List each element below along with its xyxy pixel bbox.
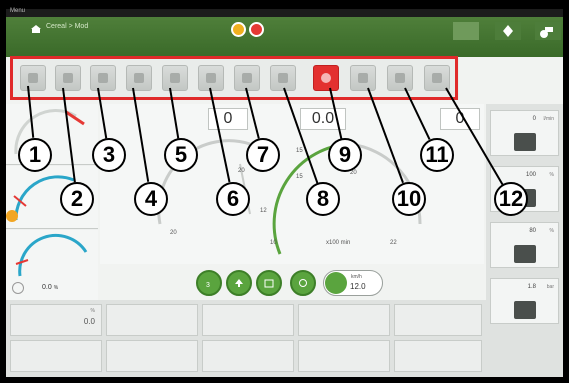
scale-label: 15: [296, 174, 303, 180]
unit-label: x100 min: [326, 240, 351, 246]
callout-9: 9: [328, 138, 362, 172]
arrow-up-button[interactable]: [226, 270, 252, 296]
callout-7: 7: [246, 138, 280, 172]
rp-value: 80: [529, 228, 536, 234]
rp-unit: bar: [546, 284, 554, 290]
camera-button[interactable]: [256, 270, 282, 296]
speed-unit: km/h: [351, 274, 362, 280]
grid-cell[interactable]: [202, 304, 294, 336]
gauge-card: 0.0 %: [6, 230, 98, 303]
window-title: Menu: [10, 8, 26, 14]
camera-icon: [264, 279, 274, 288]
right-control-panel: 0 l/min 100% 80% 1.8 bar: [486, 104, 563, 377]
grid-cell[interactable]: [10, 340, 102, 372]
grid-cell[interactable]: [298, 340, 390, 372]
callout-12: 12: [494, 182, 528, 216]
gear-warning-icon[interactable]: [249, 22, 264, 37]
callout-4: 4: [134, 182, 168, 216]
grid-cell[interactable]: [298, 304, 390, 336]
callout-6: 6: [216, 182, 250, 216]
scale-label: 12: [260, 208, 267, 214]
callout-8: 8: [306, 182, 340, 216]
callout-1: 1: [18, 138, 52, 172]
callout-5: 5: [164, 138, 198, 172]
rp-card[interactable]: 0 l/min: [490, 110, 559, 156]
pressure-icon: [514, 301, 536, 319]
rp-value: 1.8: [527, 284, 536, 290]
grid-cell[interactable]: [394, 340, 482, 372]
scale-label: 15: [296, 148, 303, 154]
grid-unit: %: [90, 308, 95, 314]
gear-3-button[interactable]: 3: [196, 270, 222, 296]
gear-label: 3: [206, 282, 210, 289]
grid-cell[interactable]: [106, 304, 198, 336]
scale-label: 20: [238, 168, 245, 174]
tractor-icon[interactable]: [535, 22, 561, 40]
rp-card[interactable]: 1.8 bar: [490, 278, 559, 324]
fan-icon: [514, 245, 536, 263]
grid-cell[interactable]: [106, 340, 198, 372]
gauge-value: 0.0 %: [42, 284, 59, 291]
rp-value: 100: [525, 172, 536, 178]
pto-icon: [299, 279, 307, 287]
callout-11: 11: [420, 138, 454, 172]
keyboard-icon[interactable]: [453, 22, 479, 40]
speedometer-icon[interactable]: [231, 22, 246, 37]
rp-unit: %: [549, 172, 554, 178]
scale-label: 10: [270, 240, 277, 246]
callout-3: 3: [92, 138, 126, 172]
callout-10: 10: [392, 182, 426, 216]
breadcrumb[interactable]: Cereal > Mod: [46, 23, 88, 30]
rp-unit: l/min: [543, 116, 554, 122]
gauge-status-icon: [12, 282, 24, 294]
window-titlebar: Menu: [6, 8, 563, 17]
callout-2: 2: [60, 182, 94, 216]
toolbar-highlight: [10, 56, 458, 100]
bottom-grid: 0.0 %: [6, 300, 486, 377]
flow-icon: [514, 133, 536, 151]
rp-unit: %: [549, 228, 554, 234]
cruise-icon: [325, 272, 347, 294]
cruise-speed-pill[interactable]: km/h 12.0: [323, 270, 383, 296]
speed-value: 12.0: [350, 282, 366, 291]
scale-label: 22: [390, 240, 397, 246]
gauge-dial: [15, 234, 88, 277]
arrow-up-icon: [235, 279, 243, 287]
grid-cell[interactable]: [394, 304, 482, 336]
grid-value: 0.0: [83, 317, 95, 326]
pin-icon[interactable]: [495, 22, 521, 40]
pto-button[interactable]: [290, 270, 316, 296]
home-icon[interactable]: [30, 24, 42, 34]
app-header: [6, 17, 563, 57]
grid-cell[interactable]: 0.0 %: [10, 304, 102, 336]
grid-cell[interactable]: [202, 340, 294, 372]
scale-label: 20: [170, 230, 177, 236]
rp-value: 0: [532, 116, 536, 122]
rp-card[interactable]: 80%: [490, 222, 559, 268]
